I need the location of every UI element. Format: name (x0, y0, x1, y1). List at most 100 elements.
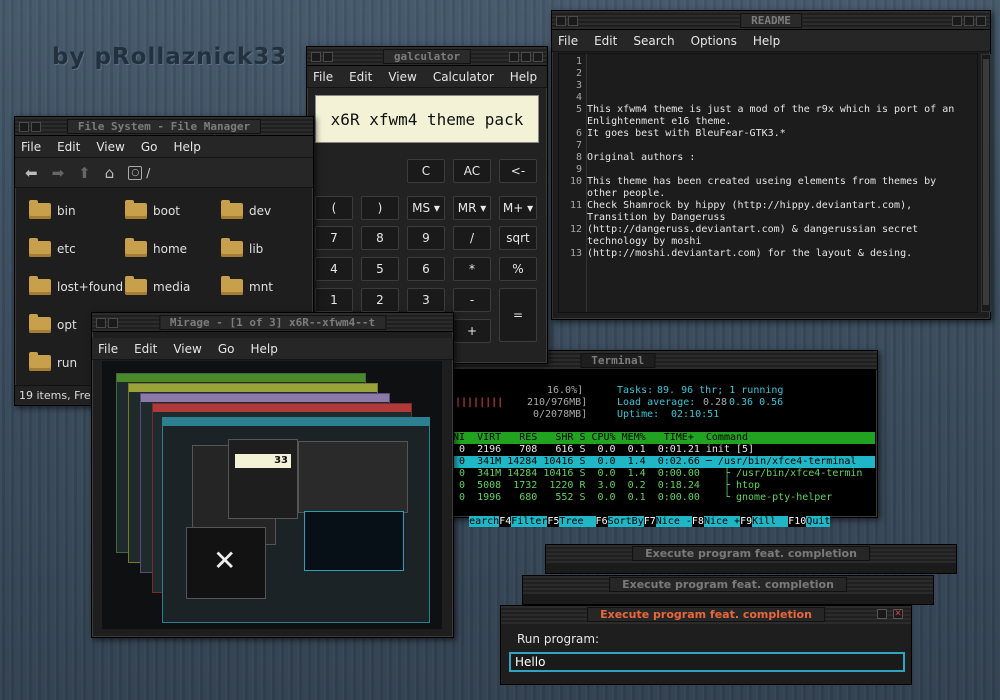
digit-8-button[interactable]: 8 (361, 226, 399, 250)
sqrt-button[interactable]: sqrt (499, 226, 537, 250)
menu-go[interactable]: Go (141, 140, 158, 154)
open-paren-button[interactable]: ( (315, 196, 353, 220)
run-dialog-background-2[interactable]: Execute program feat. completion (522, 575, 934, 605)
menu-edit[interactable]: Edit (349, 70, 372, 84)
home-icon[interactable]: ⌂ (105, 164, 115, 182)
digit-3-button[interactable]: 3 (407, 288, 445, 312)
menu-view[interactable]: View (96, 140, 124, 154)
fkey-label[interactable]: Kill (752, 516, 789, 527)
fkey[interactable]: F5 (547, 516, 560, 527)
digit-5-button[interactable]: 5 (361, 257, 399, 281)
window-left-buttons[interactable] (96, 317, 120, 331)
window-right-buttons[interactable] (952, 15, 988, 29)
digit-6-button[interactable]: 6 (407, 257, 445, 281)
multiply-button[interactable]: * (453, 257, 491, 281)
menu-edit[interactable]: Edit (594, 34, 617, 48)
folder-item[interactable]: opt (29, 314, 77, 333)
folder-item[interactable]: home (125, 238, 187, 257)
digit-9-button[interactable]: 9 (407, 226, 445, 250)
menu-options[interactable]: Options (691, 34, 737, 48)
digit-4-button[interactable]: 4 (315, 257, 353, 281)
menu-help[interactable]: Help (753, 34, 780, 48)
digit-2-button[interactable]: 2 (361, 288, 399, 312)
text-editor-area[interactable]: 1 2 3 4 5 6 7 8 9 10 11 12 13 This xfwm4… (558, 53, 991, 313)
calculator-titlebar[interactable]: galculator (307, 47, 547, 66)
fkey-label[interactable]: Filter (511, 516, 548, 527)
all-clear-button[interactable]: AC (453, 159, 491, 183)
fkey[interactable]: F4 (499, 516, 512, 527)
fkey[interactable]: F7 (643, 516, 656, 527)
readme-titlebar[interactable]: README (552, 11, 990, 30)
menu-file[interactable]: File (558, 34, 578, 48)
menu-view[interactable]: View (388, 70, 416, 84)
run-program-input[interactable]: Hello (509, 652, 905, 672)
minimize-icon[interactable] (877, 609, 887, 619)
digit-1-button[interactable]: 1 (315, 288, 353, 312)
terminal-window[interactable]: Terminal |||||||| 16.0%] 210/976MB] 0/20… (444, 350, 878, 527)
digit-7-button[interactable]: 7 (315, 226, 353, 250)
menu-edit[interactable]: Edit (134, 342, 157, 356)
process-row[interactable]: 0 1996 680 552 S 0.0 0.1 0:00.00 └ gnome… (447, 492, 832, 504)
fkey-label[interactable]: earch (469, 516, 500, 527)
window-left-buttons[interactable] (556, 15, 580, 29)
fkey[interactable]: F10 (788, 516, 807, 527)
process-row-selected[interactable]: 0 341M 14284 10416 S 0.0 1.4 0:02.66 ─ /… (447, 456, 875, 468)
divide-button[interactable]: / (453, 226, 491, 250)
percent-button[interactable]: % (499, 257, 537, 281)
menu-help[interactable]: Help (173, 140, 200, 154)
menu-help[interactable]: Help (250, 342, 277, 356)
scrollbar-thumb[interactable] (983, 59, 989, 305)
folder-item[interactable]: boot (125, 200, 180, 219)
fkey[interactable]: F9 (740, 516, 753, 527)
window-right-buttons[interactable] (509, 51, 545, 65)
fkey-label[interactable]: Quit (806, 516, 831, 527)
menu-search[interactable]: Search (633, 34, 674, 48)
minus-button[interactable]: - (453, 288, 491, 312)
equals-button[interactable]: = (499, 288, 537, 342)
menu-file[interactable]: File (21, 140, 41, 154)
folder-item[interactable]: mnt (221, 276, 273, 295)
backspace-button[interactable]: <- (499, 159, 537, 183)
plus-button[interactable]: + (453, 319, 491, 343)
fkey-label[interactable]: Nice + (703, 516, 741, 527)
process-row[interactable]: 0 2196 708 616 S 0.0 0.1 0:01.21 init [5… (447, 444, 754, 456)
image-viewer-titlebar[interactable]: Mirage - [1 of 3] x6R--xfwm4--t (92, 313, 453, 332)
folder-item[interactable]: etc (29, 238, 76, 257)
fkey[interactable]: F8 (691, 516, 704, 527)
folder-item[interactable]: lib (221, 238, 263, 257)
process-row[interactable]: 0 5008 1732 1220 R 3.0 0.2 0:18.24 ├ hto… (447, 480, 760, 492)
menu-calculator[interactable]: Calculator (433, 70, 494, 84)
close-paren-button[interactable]: ) (361, 196, 399, 220)
memory-store-button[interactable]: MS ▾ (407, 196, 445, 220)
run-dialog-background-1[interactable]: Execute program feat. completion (545, 544, 957, 574)
folder-item[interactable]: lost+found (29, 276, 123, 295)
file-manager-titlebar[interactable]: File System - File Manager (15, 117, 313, 136)
menu-file[interactable]: File (313, 70, 333, 84)
window-left-buttons[interactable] (311, 51, 335, 65)
memory-recall-button[interactable]: MR ▾ (453, 196, 491, 220)
image-canvas[interactable]: 33 ✕ (102, 361, 442, 629)
window-left-buttons[interactable] (19, 121, 43, 135)
back-arrow-icon[interactable]: ⬅ (25, 164, 38, 182)
close-icon[interactable]: ✕ (893, 609, 903, 619)
menu-edit[interactable]: Edit (57, 140, 80, 154)
folder-item[interactable]: media (125, 276, 190, 295)
menu-help[interactable]: Help (510, 70, 537, 84)
run-dialog-titlebar[interactable]: Execute program feat. completion ✕ (501, 606, 911, 624)
memory-add-button[interactable]: M+ ▾ (499, 196, 537, 220)
menu-go[interactable]: Go (218, 342, 235, 356)
readme-window[interactable]: README File Edit Search Options Help 1 2… (551, 10, 991, 320)
fkey-label[interactable]: Tree (559, 516, 596, 527)
up-arrow-icon[interactable]: ⬆ (78, 164, 91, 182)
menu-view[interactable]: View (173, 342, 201, 356)
forward-arrow-icon[interactable]: ➡ (52, 164, 65, 182)
menu-file[interactable]: File (98, 342, 118, 356)
location-bar[interactable]: ○ / (128, 165, 150, 180)
run-dialog-active[interactable]: Execute program feat. completion ✕ Run p… (500, 605, 912, 685)
process-row[interactable]: 0 341M 14284 10416 S 0.0 1.4 0:00.00 ├ /… (447, 468, 862, 480)
folder-item[interactable]: bin (29, 200, 76, 219)
folder-item[interactable]: dev (221, 200, 271, 219)
vertical-scrollbar[interactable] (981, 54, 991, 312)
image-viewer-window[interactable]: Mirage - [1 of 3] x6R--xfwm4--t File Edi… (91, 312, 454, 638)
fkey-label[interactable]: SortBy (607, 516, 644, 527)
